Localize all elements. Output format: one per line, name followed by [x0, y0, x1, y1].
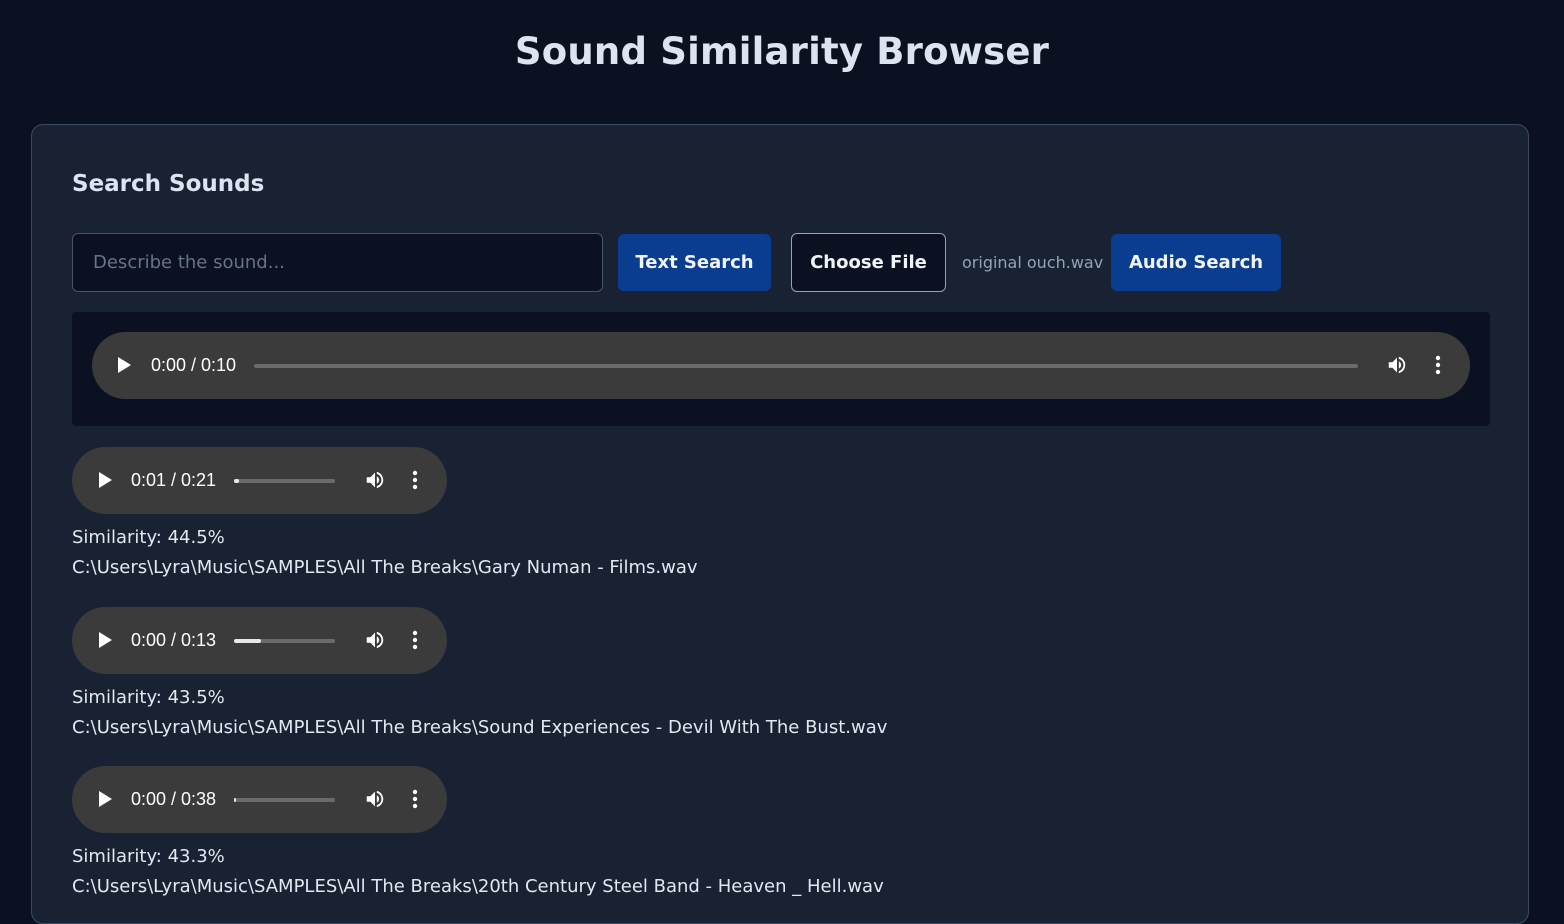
query-player-container: 0:00 / 0:10 — [72, 312, 1490, 426]
audio-time: 0:01 / 0:21 — [131, 470, 217, 490]
query-audio-player[interactable]: 0:00 / 0:10 — [92, 332, 1470, 399]
more-options-icon[interactable] — [410, 629, 420, 651]
audio-search-button[interactable]: Audio Search — [1111, 234, 1281, 291]
seek-bar[interactable] — [234, 639, 335, 643]
search-input[interactable] — [72, 233, 603, 292]
volume-icon[interactable] — [364, 629, 386, 651]
seek-bar[interactable] — [234, 479, 335, 483]
text-search-button[interactable]: Text Search — [618, 234, 771, 291]
file-path: C:\Users\Lyra\Music\SAMPLES\All The Brea… — [72, 557, 698, 578]
file-path: C:\Users\Lyra\Music\SAMPLES\All The Brea… — [72, 717, 888, 738]
seek-bar[interactable] — [254, 364, 1358, 368]
similarity-score: Similarity: 44.5% — [72, 527, 225, 548]
more-options-icon[interactable] — [410, 469, 420, 491]
result-audio-player[interactable]: 0:00 / 0:38 — [72, 766, 447, 833]
more-options-icon[interactable] — [1433, 354, 1443, 376]
result-audio-player[interactable]: 0:01 / 0:21 — [72, 447, 447, 514]
similarity-score: Similarity: 43.5% — [72, 687, 225, 708]
search-panel: Search Sounds Text Search Choose File or… — [31, 124, 1529, 924]
play-icon[interactable] — [99, 472, 112, 488]
seek-bar[interactable] — [234, 798, 335, 802]
similarity-score: Similarity: 43.3% — [72, 846, 225, 867]
result-audio-player[interactable]: 0:00 / 0:13 — [72, 607, 447, 674]
choose-file-button[interactable]: Choose File — [791, 233, 946, 292]
volume-icon[interactable] — [364, 788, 386, 810]
play-icon[interactable] — [99, 632, 112, 648]
more-options-icon[interactable] — [410, 788, 420, 810]
seek-bar-progress — [234, 639, 262, 643]
selected-file-name: original ouch.wav — [962, 253, 1104, 272]
volume-icon[interactable] — [1386, 354, 1408, 376]
file-path: C:\Users\Lyra\Music\SAMPLES\All The Brea… — [72, 876, 884, 897]
play-icon[interactable] — [118, 357, 131, 373]
play-icon[interactable] — [99, 791, 112, 807]
seek-bar-progress — [234, 479, 240, 483]
volume-icon[interactable] — [364, 469, 386, 491]
page-title: Sound Similarity Browser — [514, 30, 1050, 73]
section-heading: Search Sounds — [72, 171, 265, 197]
audio-time: 0:00 / 0:38 — [131, 789, 217, 809]
seek-bar-progress — [234, 798, 237, 802]
audio-time: 0:00 / 0:10 — [151, 355, 237, 375]
audio-time: 0:00 / 0:13 — [131, 630, 217, 650]
